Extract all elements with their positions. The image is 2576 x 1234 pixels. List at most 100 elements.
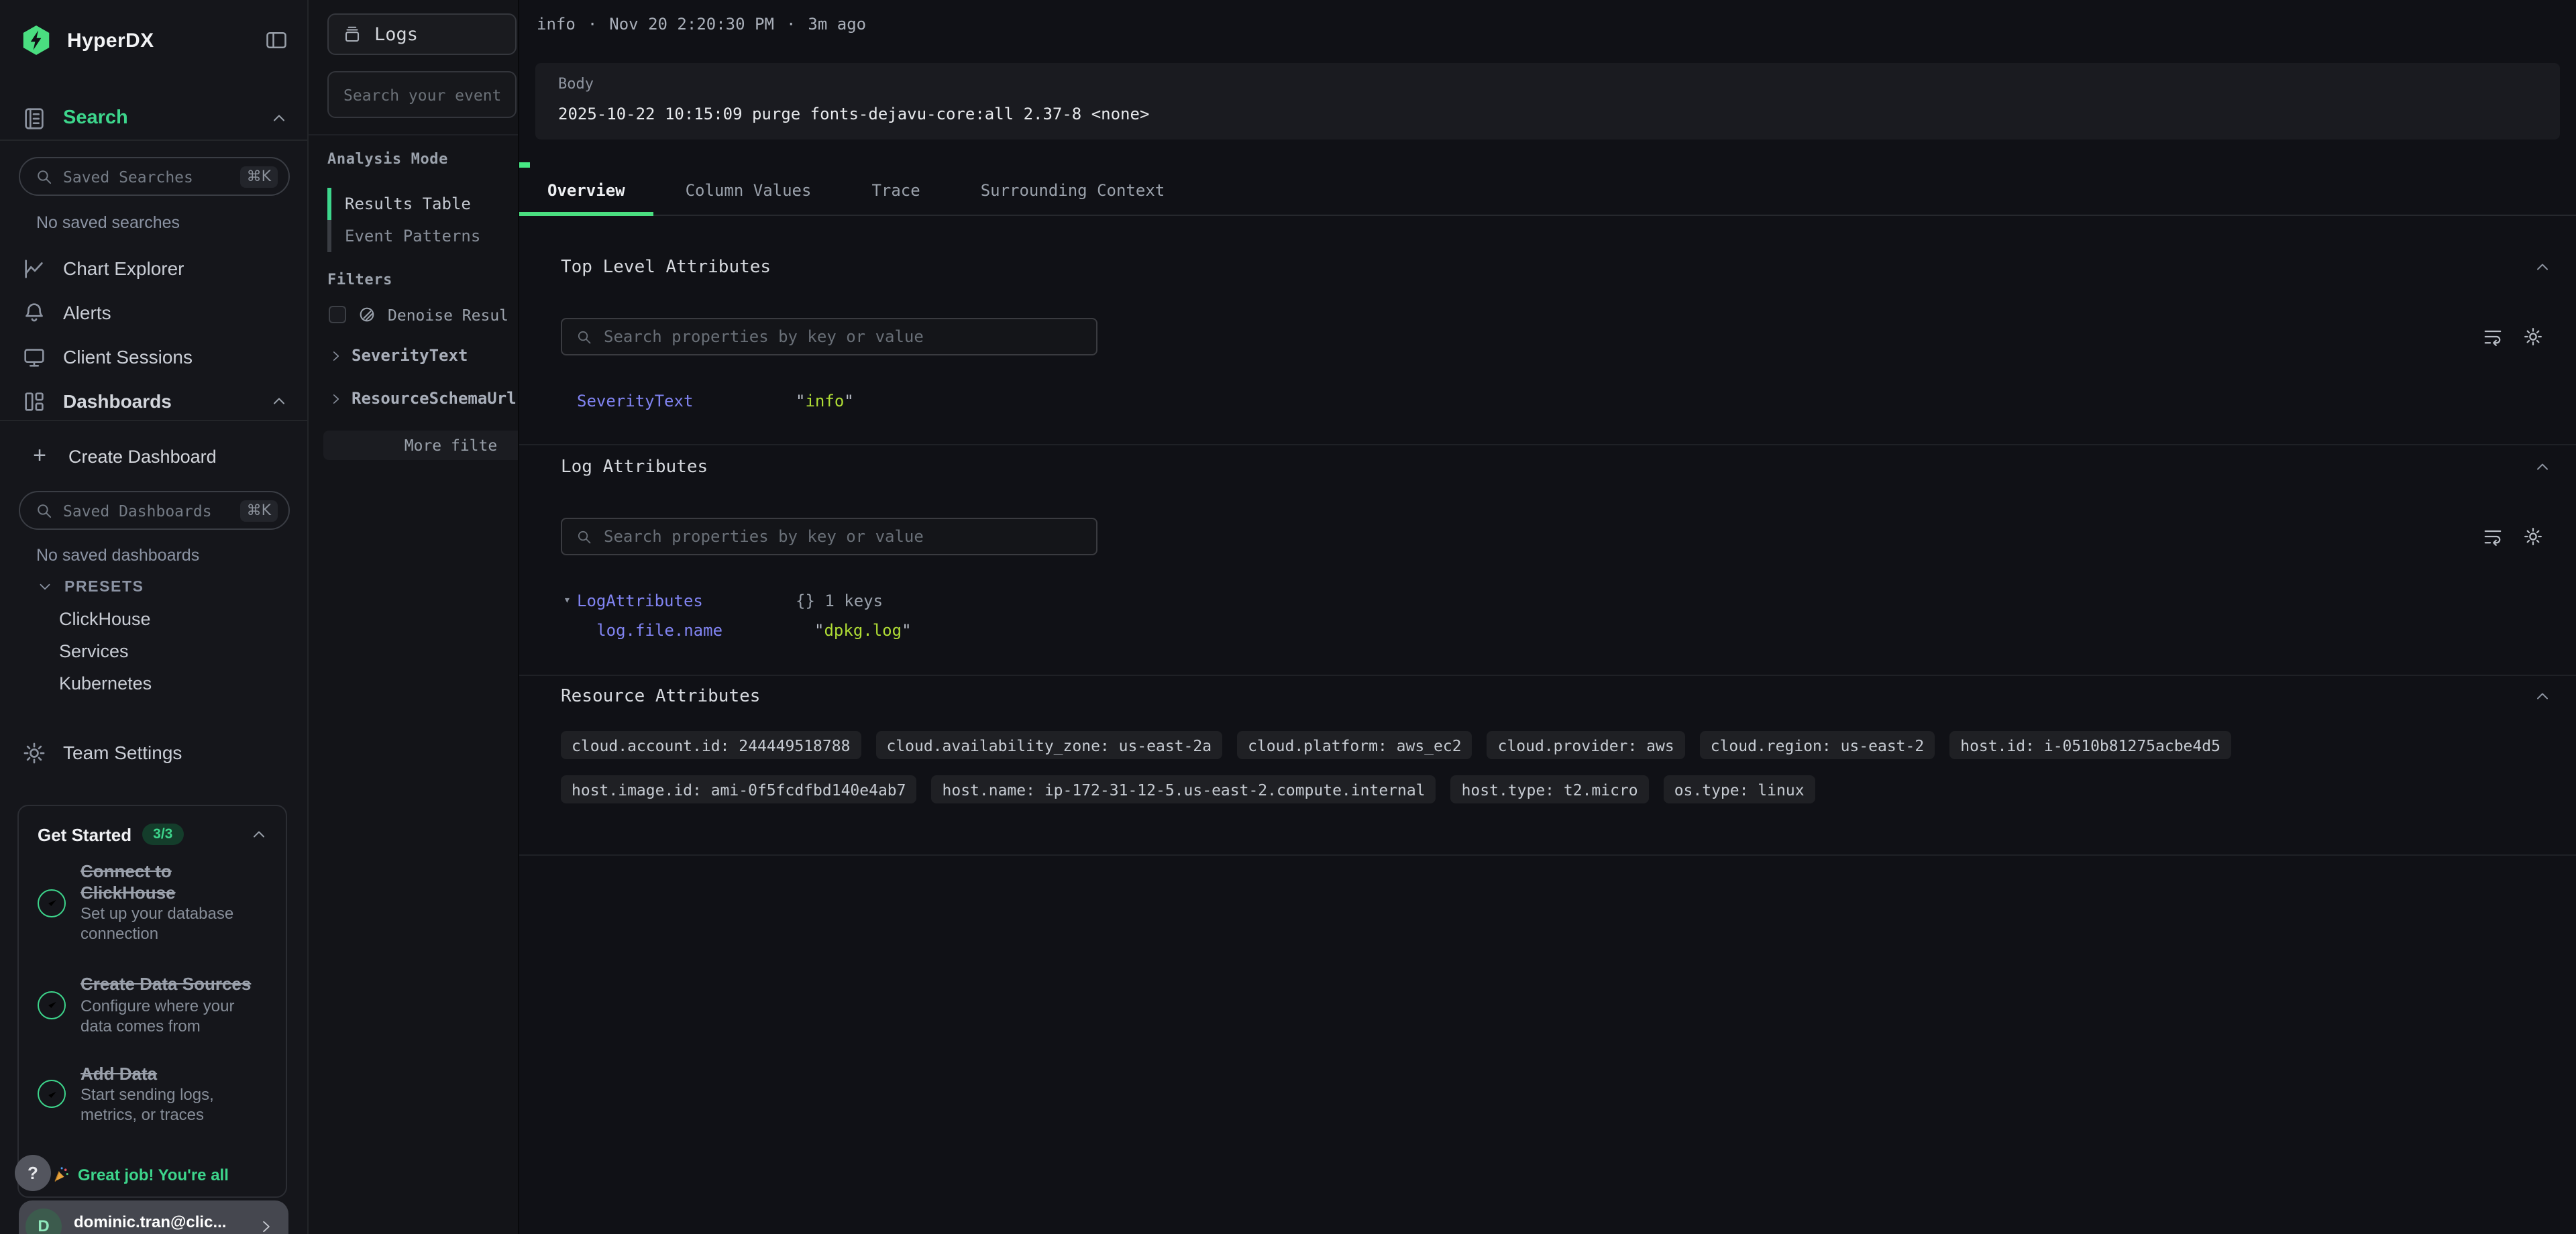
- caret-down-icon[interactable]: ▾: [564, 592, 571, 610]
- search-icon: [35, 501, 54, 520]
- get-started-header[interactable]: Get Started 3/3: [19, 806, 286, 845]
- quote-mark: ": [844, 392, 853, 410]
- get-started-step-sources[interactable]: Create Data Sources Configure where your…: [19, 974, 286, 1036]
- chevron-up-icon[interactable]: [2533, 258, 2552, 276]
- sidebar-item-chart-explorer[interactable]: Chart Explorer: [21, 249, 288, 287]
- resource-pill[interactable]: os.type: linux: [1664, 775, 1815, 803]
- filter-group-label: SeverityText: [352, 346, 468, 365]
- log-attributes-search-input[interactable]: [604, 527, 1083, 546]
- body-card: Body 2025-10-22 10:15:09 purge fonts-dej…: [535, 63, 2560, 139]
- attribute-key[interactable]: log.file.name: [577, 621, 814, 640]
- attribute-value[interactable]: info: [805, 392, 844, 410]
- attribute-row-severitytext[interactable]: SeverityText "info": [577, 392, 854, 410]
- chevron-up-icon[interactable]: [270, 392, 288, 410]
- sidebar-item-alerts[interactable]: Alerts: [21, 294, 288, 331]
- top-level-search-input[interactable]: [604, 327, 1083, 346]
- resource-pill[interactable]: host.image.id: ami-0f5fcdfbd140e4ab7: [561, 775, 917, 803]
- saved-dashboards-search[interactable]: ⌘K: [19, 491, 290, 530]
- resource-pill-row: host.image.id: ami-0f5fcdfbd140e4ab7 hos…: [561, 775, 1815, 803]
- sidebar-item-client-sessions[interactable]: Client Sessions: [21, 338, 288, 376]
- tab-surrounding-context[interactable]: Surrounding Context: [953, 181, 1193, 216]
- resource-pill[interactable]: cloud.account.id: 244449518788: [561, 731, 861, 759]
- chevron-right-icon: [258, 1217, 275, 1234]
- gear-icon[interactable]: [2522, 326, 2544, 347]
- mode-results-table[interactable]: Results Table: [327, 188, 471, 220]
- resource-pill[interactable]: host.id: i-0510b81275acbe4d5: [1949, 731, 2231, 759]
- sidebar: HyperDX Search ⌘K No saved searches: [0, 0, 309, 1234]
- chevron-up-icon[interactable]: [270, 109, 288, 127]
- more-filters-button[interactable]: More filte: [323, 431, 518, 460]
- chevron-down-icon: [36, 578, 54, 596]
- tab-trace[interactable]: Trace: [843, 181, 948, 216]
- presets-label: PRESETS: [64, 579, 144, 595]
- chevron-up-icon[interactable]: [250, 825, 268, 844]
- party-popper-icon: [51, 1166, 70, 1184]
- preset-clickhouse[interactable]: ClickHouse: [59, 609, 151, 629]
- wrap-text-icon[interactable]: [2482, 526, 2504, 547]
- resource-pill[interactable]: cloud.region: us-east-2: [1700, 731, 1935, 759]
- tab-overview[interactable]: Overview: [519, 181, 653, 216]
- filter-group-resourceschemaurl[interactable]: ResourceSchemaUrl: [329, 389, 517, 408]
- panel-divider: [309, 134, 518, 135]
- attribute-row-log-file-name[interactable]: log.file.name "dpkg.log": [577, 621, 912, 640]
- create-dashboard-button[interactable]: + Create Dashboard: [27, 437, 288, 475]
- section-actions: [2482, 326, 2544, 347]
- resource-pill[interactable]: cloud.platform: aws_ec2: [1237, 731, 1472, 759]
- wrap-text-icon[interactable]: [2482, 326, 2504, 347]
- resource-pill[interactable]: host.type: t2.micro: [1451, 775, 1649, 803]
- quote-mark: ": [814, 621, 824, 640]
- tree-root-key[interactable]: ▾LogAttributes: [577, 592, 796, 610]
- no-saved-dashboards-text: No saved dashboards: [36, 546, 199, 565]
- denoise-results-option[interactable]: Denoise Resul: [329, 304, 508, 325]
- denoise-label: Denoise Resul: [388, 305, 508, 324]
- event-header: info · Nov 20 2:20:30 PM · 3m ago: [537, 15, 866, 34]
- attribute-key[interactable]: SeverityText: [577, 392, 796, 410]
- help-button[interactable]: ?: [15, 1155, 51, 1191]
- denoise-checkbox[interactable]: [329, 306, 346, 323]
- source-select[interactable]: Logs: [327, 13, 517, 55]
- denoise-icon: [357, 304, 377, 325]
- top-level-search-box[interactable]: [561, 318, 1097, 355]
- log-attributes-search-box[interactable]: [561, 518, 1097, 555]
- gear-icon[interactable]: [2522, 526, 2544, 547]
- tab-column-values[interactable]: Column Values: [657, 181, 840, 216]
- presets-toggle[interactable]: PRESETS: [36, 578, 144, 596]
- attribute-value[interactable]: dpkg.log: [824, 621, 902, 640]
- resource-pill[interactable]: cloud.provider: aws: [1487, 731, 1685, 759]
- search-icon: [576, 328, 593, 345]
- source-select-value: Logs: [374, 23, 418, 45]
- resource-pill-row: cloud.account.id: 244449518788 cloud.ava…: [561, 731, 2231, 759]
- saved-searches-input[interactable]: [63, 167, 231, 186]
- app-header: HyperDX: [21, 21, 288, 59]
- sidebar-dashboards-label: Dashboards: [63, 390, 172, 412]
- attribute-tree-root[interactable]: ▾LogAttributes {} 1 keys: [577, 592, 883, 610]
- event-search-box[interactable]: [327, 71, 517, 118]
- monitor-icon: [21, 344, 47, 370]
- filter-group-severitytext[interactable]: SeverityText: [329, 346, 468, 365]
- quote-mark: ": [902, 621, 911, 640]
- congrats-text: Great job! You're all: [78, 1166, 229, 1184]
- preset-services[interactable]: Services: [59, 641, 129, 661]
- sidebar-collapse-icon[interactable]: [264, 28, 288, 52]
- resource-pill[interactable]: cloud.availability_zone: us-east-2a: [875, 731, 1222, 759]
- chevron-up-icon[interactable]: [2533, 457, 2552, 476]
- resource-pill[interactable]: host.name: ip-172-31-12-5.us-east-2.comp…: [932, 775, 1436, 803]
- user-menu[interactable]: D dominic.tran@clic... dominic.tran@clic…: [19, 1200, 288, 1234]
- archive-box-icon: [342, 23, 362, 45]
- separator-dot: ·: [588, 15, 597, 34]
- top-level-attributes-title: Top Level Attributes: [561, 258, 771, 278]
- saved-dashboards-input[interactable]: [63, 501, 231, 520]
- section-divider: [519, 444, 2576, 445]
- check-circle-icon: [38, 1080, 66, 1109]
- body-label: Body: [558, 75, 2537, 93]
- event-search-input[interactable]: [329, 85, 517, 104]
- saved-searches-search[interactable]: ⌘K: [19, 157, 290, 196]
- get-started-step-add-data[interactable]: Add Data Start sending logs, metrics, or…: [19, 1063, 286, 1125]
- mode-event-patterns[interactable]: Event Patterns: [327, 220, 480, 252]
- get-started-step-connect[interactable]: Connect to ClickHouse Set up your databa…: [19, 861, 286, 944]
- sidebar-item-team-settings[interactable]: Team Settings: [21, 734, 288, 771]
- sidebar-item-search[interactable]: Search: [21, 99, 288, 137]
- preset-kubernetes[interactable]: Kubernetes: [59, 673, 152, 693]
- chevron-up-icon[interactable]: [2533, 687, 2552, 706]
- sidebar-item-dashboards[interactable]: Dashboards: [21, 382, 288, 420]
